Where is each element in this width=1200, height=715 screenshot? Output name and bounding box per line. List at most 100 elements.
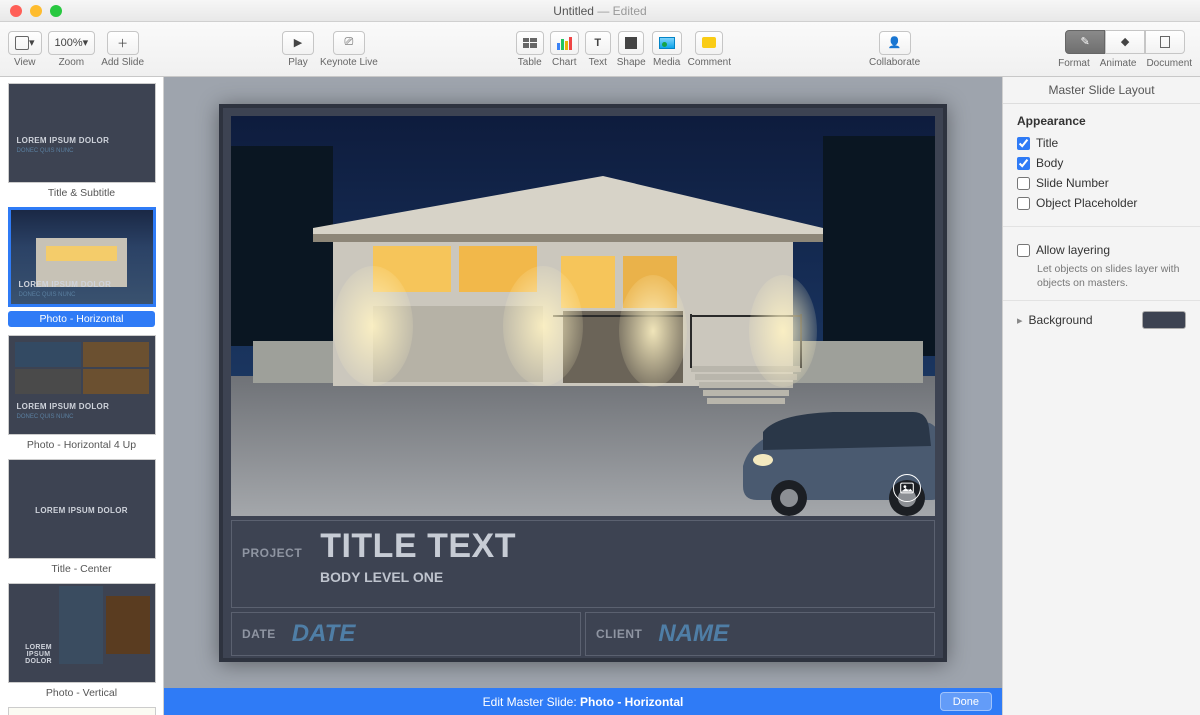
title-row[interactable]: PROJECT TITLE TEXT BODY LEVEL ONE — [231, 520, 935, 608]
body-text[interactable]: BODY LEVEL ONE — [320, 569, 516, 585]
comment-label: Comment — [688, 57, 731, 68]
content-area: LOREM IPSUM DOLORDONEC QUIS NUNC Title &… — [0, 77, 1200, 715]
play-group: ▶ Play — [282, 31, 314, 68]
collaborate-label: Collaborate — [869, 57, 920, 68]
project-label: PROJECT — [242, 546, 302, 560]
title-text[interactable]: TITLE TEXT — [320, 529, 516, 563]
view-group: ▾ View — [8, 31, 42, 68]
layering-section: Allow layering Let objects on slides lay… — [1003, 227, 1200, 301]
add-slide-button[interactable]: ＋ — [107, 31, 139, 55]
toolbar: ▾ View 100% ▾ Zoom ＋ Add Slide ▶ Play ⎚ … — [0, 22, 1200, 77]
object-placeholder-checkbox-row[interactable]: Object Placeholder — [1017, 196, 1186, 210]
chart-icon — [557, 36, 572, 50]
thumb-label: Title - Center — [6, 563, 157, 575]
object-placeholder-checkbox[interactable] — [1017, 197, 1030, 210]
view-button[interactable]: ▾ — [8, 31, 42, 55]
animate-label: Animate — [1100, 58, 1137, 69]
background-swatch[interactable] — [1142, 311, 1186, 329]
client-value[interactable]: NAME — [658, 620, 729, 648]
appearance-section: Appearance Title Body Slide Number Objec… — [1003, 104, 1200, 227]
format-tab[interactable]: ✎ — [1065, 30, 1105, 54]
table-label: Table — [518, 57, 542, 68]
chart-button[interactable] — [550, 31, 579, 55]
date-cell[interactable]: DATE DATE — [231, 612, 581, 656]
master-thumb-title-subtitle[interactable]: LOREM IPSUM DOLORDONEC QUIS NUNC Title &… — [6, 83, 157, 199]
keynote-live-button[interactable]: ⎚ — [333, 31, 365, 55]
inspector-tabs: ✎ ◆ Format Animate Document — [1058, 30, 1192, 69]
date-value[interactable]: DATE — [292, 620, 356, 648]
allow-layering-label: Allow layering — [1036, 243, 1110, 257]
thumb-label: Photo - Horizontal — [8, 311, 155, 327]
media-placeholder-icon[interactable] — [893, 474, 921, 502]
slide-canvas-area: PROJECT TITLE TEXT BODY LEVEL ONE DATE D… — [164, 77, 1002, 715]
document-tab[interactable] — [1145, 30, 1185, 54]
slide-number-checkbox-row[interactable]: Slide Number — [1017, 176, 1186, 190]
allow-layering-checkbox[interactable] — [1017, 244, 1030, 257]
house-image — [231, 116, 935, 516]
thumb-label: Photo - Vertical — [6, 687, 157, 699]
inspector-panel: Master Slide Layout Appearance Title Bod… — [1002, 77, 1200, 715]
appearance-heading: Appearance — [1017, 114, 1186, 128]
diamond-icon: ◆ — [1121, 35, 1129, 48]
slide[interactable]: PROJECT TITLE TEXT BODY LEVEL ONE DATE D… — [219, 104, 947, 662]
background-label: Background — [1029, 313, 1093, 327]
title-checkbox-row[interactable]: Title — [1017, 136, 1186, 150]
inspector-header: Master Slide Layout — [1003, 77, 1200, 104]
text-icon: T — [594, 37, 601, 49]
slide-number-checkbox-label: Slide Number — [1036, 176, 1109, 190]
client-cell[interactable]: CLIENT NAME — [585, 612, 935, 656]
body-checkbox-row[interactable]: Body — [1017, 156, 1186, 170]
comment-button[interactable] — [695, 31, 723, 55]
play-button[interactable]: ▶ — [282, 31, 314, 55]
zoom-button[interactable]: 100% ▾ — [48, 31, 96, 55]
chart-label: Chart — [552, 57, 576, 68]
animate-tab[interactable]: ◆ — [1105, 30, 1145, 54]
text-button[interactable]: T — [585, 31, 611, 55]
master-thumb-photo-horizontal[interactable]: LOREM IPSUM DOLORDONEC QUIS NUNC Photo -… — [6, 207, 157, 327]
slide-number-checkbox[interactable] — [1017, 177, 1030, 190]
master-thumb-title-center[interactable]: LOREM IPSUM DOLOR Title - Center — [6, 459, 157, 575]
broadcast-icon: ⎚ — [344, 36, 353, 49]
title-checkbox[interactable] — [1017, 137, 1030, 150]
keynote-live-group: ⎚ Keynote Live — [320, 31, 378, 68]
zoom-label: Zoom — [59, 57, 85, 68]
collaborate-icon: 👤 — [888, 36, 902, 49]
shape-button[interactable] — [618, 31, 644, 55]
allow-layering-hint: Let objects on slides layer with objects… — [1037, 263, 1186, 290]
slide-stage[interactable]: PROJECT TITLE TEXT BODY LEVEL ONE DATE D… — [164, 77, 1002, 688]
document-icon — [1160, 36, 1170, 48]
background-row[interactable]: ▸Background — [1003, 301, 1200, 339]
doc-title: Untitled — [553, 4, 594, 18]
photo-placeholder[interactable] — [231, 116, 935, 516]
media-icon — [659, 37, 675, 49]
doc-status: — Edited — [597, 4, 646, 18]
title-checkbox-label: Title — [1036, 136, 1058, 150]
allow-layering-row[interactable]: Allow layering — [1017, 243, 1186, 257]
done-button[interactable]: Done — [940, 692, 992, 711]
view-label: View — [14, 57, 36, 68]
client-label: CLIENT — [596, 627, 642, 641]
table-icon — [523, 38, 537, 48]
window-title: Untitled — Edited — [0, 4, 1200, 18]
master-thumb-more[interactable] — [6, 707, 157, 715]
format-label: Format — [1058, 58, 1090, 69]
window-title-bar: Untitled — Edited — [0, 0, 1200, 22]
master-thumb-photo-horizontal-4up[interactable]: LOREM IPSUM DOLORDONEC QUIS NUNC Photo -… — [6, 335, 157, 451]
media-label: Media — [653, 57, 680, 68]
paintbrush-icon: ✎ — [1080, 35, 1089, 48]
play-label: Play — [288, 57, 307, 68]
object-placeholder-checkbox-label: Object Placeholder — [1036, 196, 1137, 210]
shape-icon — [625, 37, 637, 49]
slide-meta: PROJECT TITLE TEXT BODY LEVEL ONE DATE D… — [231, 520, 935, 650]
keynote-live-label: Keynote Live — [320, 57, 378, 68]
slide-navigator[interactable]: LOREM IPSUM DOLORDONEC QUIS NUNC Title &… — [0, 77, 164, 715]
body-checkbox[interactable] — [1017, 157, 1030, 170]
master-thumb-photo-vertical[interactable]: LOREM IPSUM DOLOR Photo - Vertical — [6, 583, 157, 699]
date-label: DATE — [242, 627, 276, 641]
collaborate-button[interactable]: 👤 — [879, 31, 911, 55]
table-button[interactable] — [516, 31, 544, 55]
media-button[interactable] — [652, 31, 682, 55]
view-icon — [15, 36, 29, 50]
edit-master-text: Edit Master Slide: Photo - Horizontal — [483, 695, 684, 709]
info-row: DATE DATE CLIENT NAME — [231, 612, 935, 656]
